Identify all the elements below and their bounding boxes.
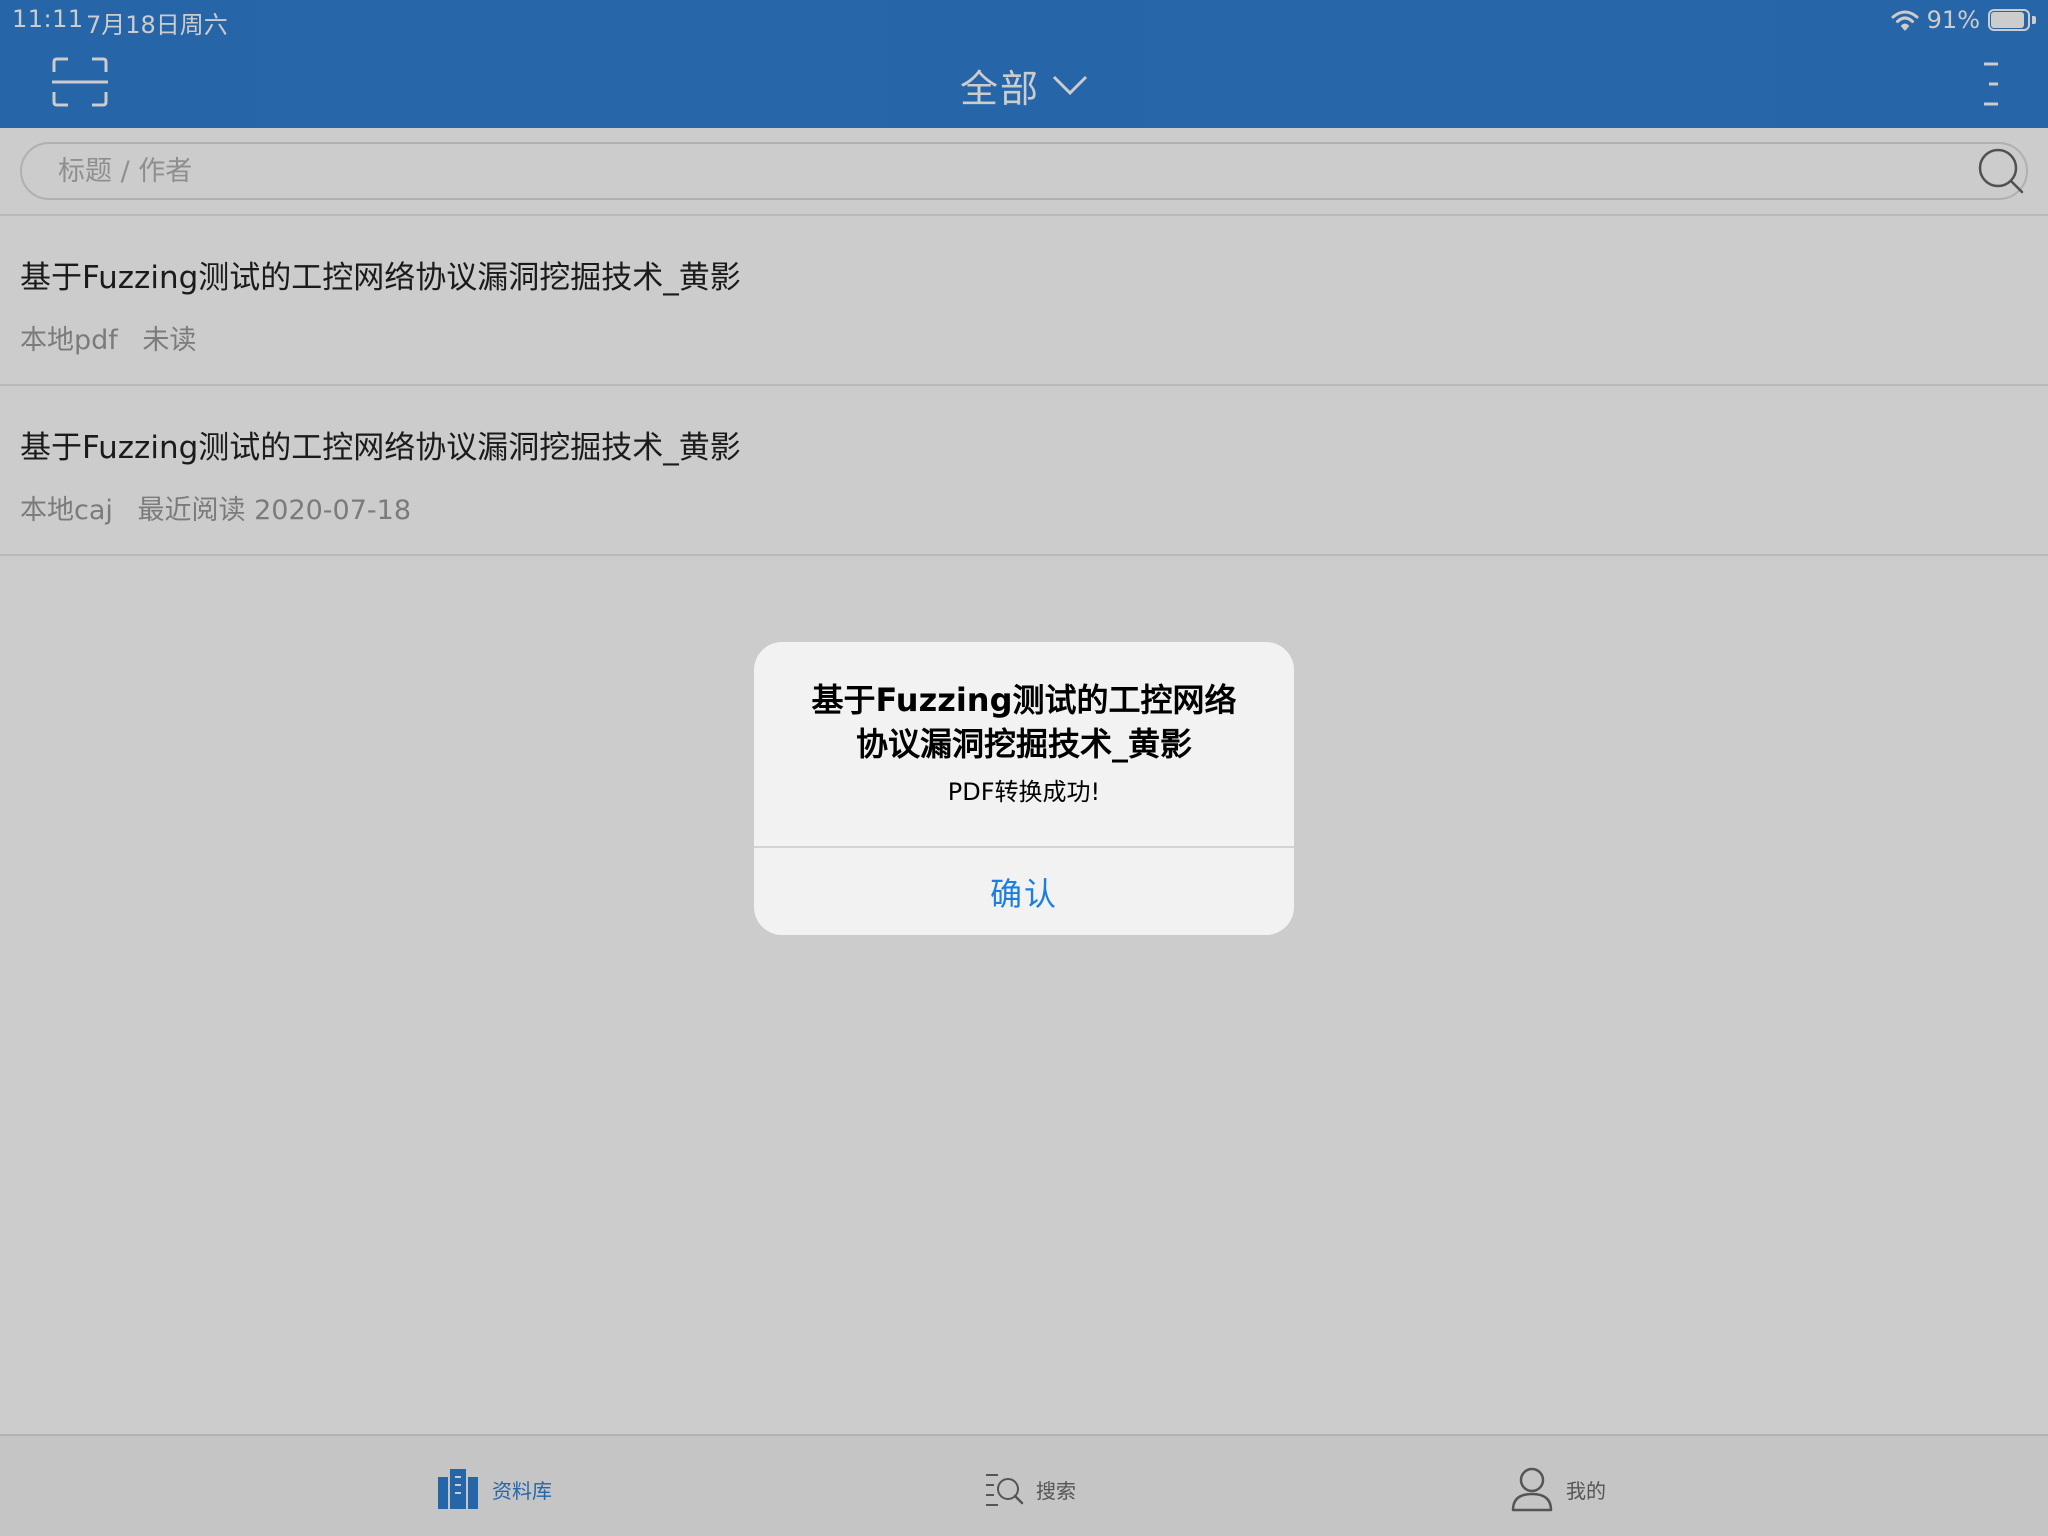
confirm-button[interactable]: 确认 [754,848,1294,935]
alert-message: PDF转换成功! [947,778,1101,806]
alert-title-line-2: 协议漏洞挖掘技术_黄影 [855,725,1192,763]
alert-title: 基于Fuzzing测试的工控网络 协议漏洞挖掘技术_黄影 [784,678,1264,766]
alert-title-line-1: 基于Fuzzing测试的工控网络 [811,681,1237,719]
alert-dialog: 基于Fuzzing测试的工控网络 协议漏洞挖掘技术_黄影 PDF转换成功! 确认 [754,642,1294,935]
